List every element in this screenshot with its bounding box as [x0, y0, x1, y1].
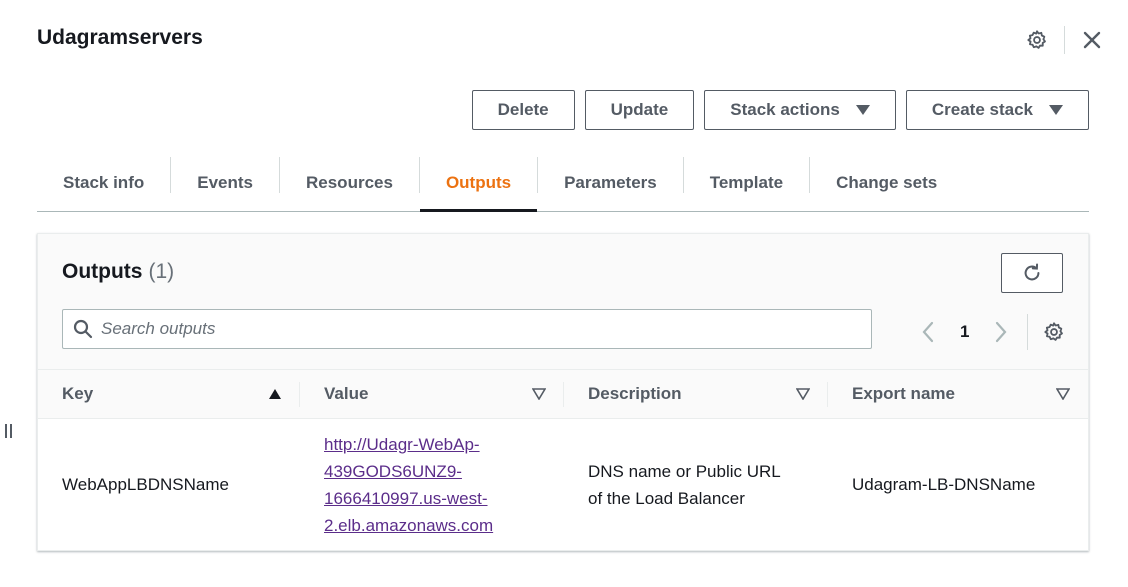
column-header-export-name[interactable]: Export name [828, 369, 1088, 419]
chevron-right-icon[interactable] [989, 317, 1013, 347]
output-value-line: 439GODS6UNZ9- [324, 461, 462, 481]
output-value-link[interactable]: http://Udagr-WebAp- 439GODS6UNZ9- 16664109… [324, 435, 493, 535]
update-button-label: Update [610, 100, 669, 119]
tab-parameters[interactable]: Parameters [538, 154, 683, 211]
sort-icon[interactable] [532, 388, 546, 400]
create-stack-button[interactable]: Create stack [905, 90, 1089, 130]
column-header-value[interactable]: Value [300, 369, 564, 419]
table-row: WebAppLBDNSName http://Udagr-WebAp- 439GO… [38, 419, 1088, 551]
caret-down-icon [1049, 105, 1063, 115]
stack-action-buttons: Delete Update Stack actions Create stack [471, 90, 1089, 130]
tab-change-sets[interactable]: Change sets [810, 154, 963, 211]
outputs-table: Key Value Description Export name WebApp… [38, 369, 1088, 551]
outputs-panel-title: Outputs (1) [62, 260, 174, 284]
stack-actions-button[interactable]: Stack actions [704, 90, 896, 130]
tab-events[interactable]: Events [171, 154, 279, 211]
stack-tabs: Stack info Events Resources Outputs Para… [37, 154, 1089, 212]
tab-resources[interactable]: Resources [280, 154, 419, 211]
column-header-export-name-label: Export name [852, 384, 955, 403]
pagination: 1 [916, 314, 1068, 350]
tab-stack-info[interactable]: Stack info [37, 154, 170, 211]
stack-title: Udagramservers [37, 26, 203, 49]
search-input[interactable] [101, 319, 821, 339]
column-header-value-label: Value [324, 384, 369, 403]
delete-button[interactable]: Delete [471, 90, 575, 130]
column-header-description-label: Description [588, 384, 682, 403]
sort-icon[interactable] [796, 388, 810, 400]
output-key: WebAppLBDNSName [62, 475, 229, 495]
output-description: DNS name or Public URL of the Load Balanc… [564, 419, 828, 551]
output-value: http://Udagr-WebAp- 439GODS6UNZ9- 16664109… [300, 419, 564, 551]
search-box [62, 309, 872, 349]
chevron-left-icon[interactable] [916, 317, 940, 347]
output-description-line: DNS name or Public URL [588, 461, 781, 481]
page-number[interactable]: 1 [960, 322, 969, 342]
header-icon-group [1023, 26, 1106, 54]
header-divider [1064, 26, 1065, 54]
outputs-title-text: Outputs [62, 260, 143, 283]
output-value-line: 1666410997.us-west- [324, 488, 488, 508]
gear-icon[interactable] [1040, 318, 1068, 346]
column-header-key[interactable]: Key [38, 369, 300, 419]
table-header-row: Key Value Description Export name [38, 369, 1088, 419]
refresh-button[interactable] [1001, 253, 1063, 293]
search-icon [73, 319, 93, 339]
pagination-divider [1027, 314, 1029, 350]
output-export-name: Udagram-LB-DNSName [852, 475, 1036, 495]
column-header-description[interactable]: Description [564, 369, 828, 419]
gear-icon[interactable] [1023, 26, 1051, 54]
tab-template[interactable]: Template [684, 154, 809, 211]
refresh-icon [1024, 263, 1040, 281]
output-value-line: http://Udagr-WebAp- [324, 434, 480, 454]
delete-button-label: Delete [497, 100, 549, 119]
create-stack-button-label: Create stack [931, 100, 1033, 119]
output-value-line: 2.elb.amazonaws.com [324, 515, 494, 535]
output-description-line: of the Load Balancer [588, 488, 745, 508]
tab-outputs[interactable]: Outputs [419, 154, 538, 212]
outputs-count: (1) [148, 260, 175, 283]
update-button[interactable]: Update [584, 90, 695, 130]
caret-down-icon [855, 105, 870, 115]
column-header-key-label: Key [62, 384, 94, 403]
outputs-panel: Outputs(1) 1 [37, 233, 1089, 551]
resize-handle[interactable] [5, 424, 12, 438]
sort-ascending-icon[interactable] [268, 388, 282, 400]
close-icon[interactable] [1078, 26, 1106, 54]
sort-icon[interactable] [1056, 388, 1070, 400]
stack-actions-button-label: Stack actions [730, 100, 840, 119]
